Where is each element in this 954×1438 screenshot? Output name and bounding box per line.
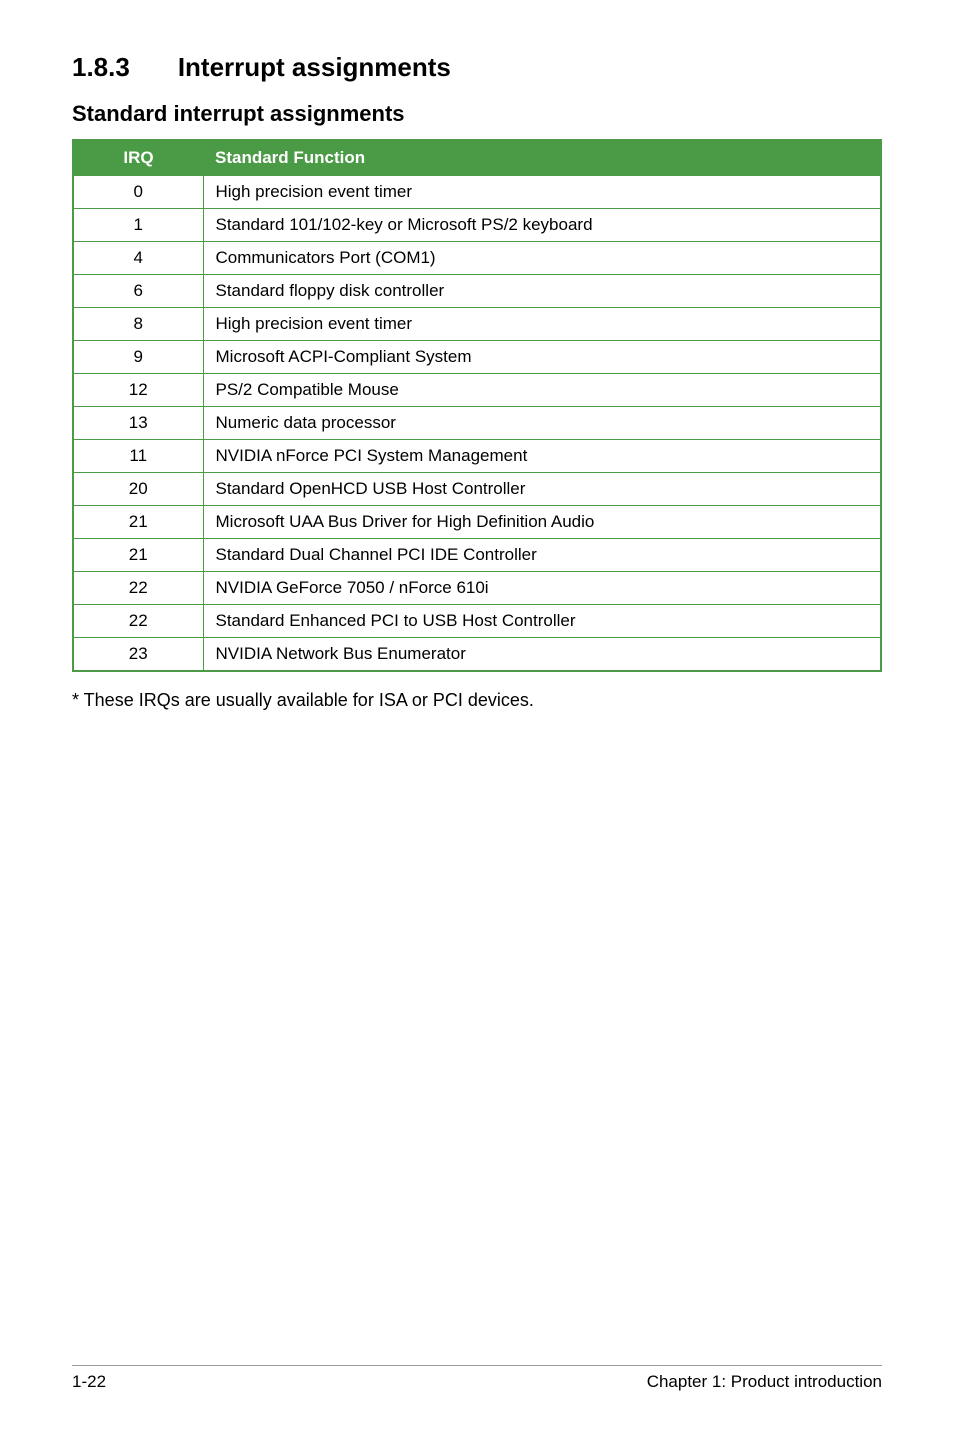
table-row: 22Standard Enhanced PCI to USB Host Cont… [73, 605, 881, 638]
cell-function: Communicators Port (COM1) [203, 242, 881, 275]
cell-function: NVIDIA nForce PCI System Management [203, 440, 881, 473]
header-function: Standard Function [203, 140, 881, 176]
table-header-row: IRQ Standard Function [73, 140, 881, 176]
table-row: 23NVIDIA Network Bus Enumerator [73, 638, 881, 672]
sub-heading: Standard interrupt assignments [72, 101, 882, 127]
cell-function: NVIDIA Network Bus Enumerator [203, 638, 881, 672]
cell-irq: 0 [73, 176, 203, 209]
cell-irq: 9 [73, 341, 203, 374]
cell-function: Microsoft ACPI-Compliant System [203, 341, 881, 374]
table-row: 9Microsoft ACPI-Compliant System [73, 341, 881, 374]
cell-irq: 13 [73, 407, 203, 440]
cell-irq: 22 [73, 572, 203, 605]
table-row: 4Communicators Port (COM1) [73, 242, 881, 275]
cell-function: Standard floppy disk controller [203, 275, 881, 308]
table-row: 8High precision event timer [73, 308, 881, 341]
page-footer: 1-22 Chapter 1: Product introduction [72, 1365, 882, 1392]
cell-function: High precision event timer [203, 176, 881, 209]
cell-function: Microsoft UAA Bus Driver for High Defini… [203, 506, 881, 539]
cell-function: Standard Enhanced PCI to USB Host Contro… [203, 605, 881, 638]
section-number: 1.8.3 [72, 52, 130, 83]
cell-irq: 11 [73, 440, 203, 473]
table-row: 21Standard Dual Channel PCI IDE Controll… [73, 539, 881, 572]
cell-function: Numeric data processor [203, 407, 881, 440]
table-row: 22NVIDIA GeForce 7050 / nForce 610i [73, 572, 881, 605]
table-row: 6Standard floppy disk controller [73, 275, 881, 308]
cell-irq: 1 [73, 209, 203, 242]
section-title: Interrupt assignments [178, 52, 451, 82]
page-number: 1-22 [72, 1372, 106, 1392]
cell-irq: 22 [73, 605, 203, 638]
header-irq: IRQ [73, 140, 203, 176]
table-row: 11NVIDIA nForce PCI System Management [73, 440, 881, 473]
cell-irq: 6 [73, 275, 203, 308]
table-row: 0High precision event timer [73, 176, 881, 209]
cell-function: Standard Dual Channel PCI IDE Controller [203, 539, 881, 572]
table-row: 12PS/2 Compatible Mouse [73, 374, 881, 407]
table-row: 21Microsoft UAA Bus Driver for High Defi… [73, 506, 881, 539]
cell-irq: 12 [73, 374, 203, 407]
table-row: 1Standard 101/102-key or Microsoft PS/2 … [73, 209, 881, 242]
cell-irq: 21 [73, 506, 203, 539]
section-heading: 1.8.3 Interrupt assignments [72, 52, 882, 83]
footnote: * These IRQs are usually available for I… [72, 690, 882, 711]
cell-irq: 23 [73, 638, 203, 672]
cell-function: Standard OpenHCD USB Host Controller [203, 473, 881, 506]
cell-function: High precision event timer [203, 308, 881, 341]
chapter-label: Chapter 1: Product introduction [647, 1372, 882, 1392]
cell-function: NVIDIA GeForce 7050 / nForce 610i [203, 572, 881, 605]
cell-function: PS/2 Compatible Mouse [203, 374, 881, 407]
cell-function: Standard 101/102-key or Microsoft PS/2 k… [203, 209, 881, 242]
cell-irq: 8 [73, 308, 203, 341]
table-row: 13Numeric data processor [73, 407, 881, 440]
irq-table: IRQ Standard Function 0High precision ev… [72, 139, 882, 672]
cell-irq: 20 [73, 473, 203, 506]
cell-irq: 21 [73, 539, 203, 572]
table-row: 20Standard OpenHCD USB Host Controller [73, 473, 881, 506]
cell-irq: 4 [73, 242, 203, 275]
